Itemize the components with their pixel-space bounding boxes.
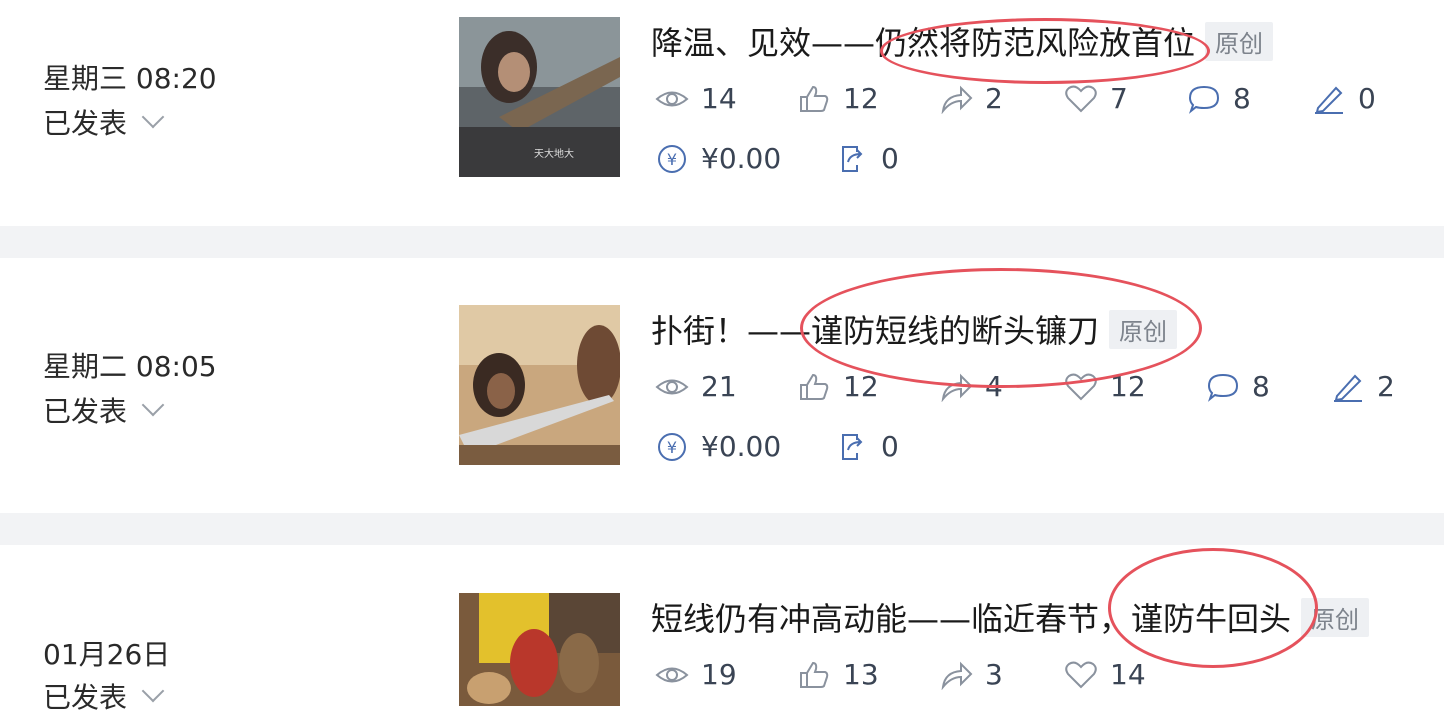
post-thumbnail[interactable]: 天大地大 (459, 17, 620, 177)
post-thumbnail[interactable] (459, 593, 620, 706)
export-icon (835, 432, 869, 462)
post-status-label: 已发表 (43, 681, 128, 714)
favorites-count: 14 (1110, 658, 1146, 691)
likes-count: 12 (843, 370, 879, 403)
shares-stat: 2 (939, 82, 1064, 115)
post-title: 扑街！——谨防短线的断头镰刀 (651, 312, 1100, 350)
shares-count: 3 (985, 658, 1003, 691)
row-separator (0, 226, 1444, 258)
share-icon (939, 84, 973, 114)
reward-amount: ¥0.00 (701, 430, 782, 463)
comment-icon (1206, 372, 1240, 402)
thumbs-up-icon (797, 84, 831, 114)
svg-text:¥: ¥ (667, 150, 677, 169)
post-money-stats: ¥ ¥0.00 0 (655, 142, 899, 175)
post-title-link[interactable]: 降温、见效——仍然将防范风险放首位 原创 (651, 18, 1274, 64)
shares-stat: 3 (939, 658, 1064, 691)
post-date: 星期三 08:20 (43, 62, 217, 95)
post-stats: 19 13 3 14 (655, 658, 1146, 691)
eye-icon (655, 84, 689, 114)
views-stat: 21 (655, 370, 797, 403)
reward-stat: ¥ ¥0.00 (655, 430, 835, 463)
likes-count: 13 (843, 658, 879, 691)
post-money-stats: ¥ ¥0.00 0 (655, 430, 899, 463)
forwards-count: 0 (881, 430, 899, 463)
likes-count: 12 (843, 82, 879, 115)
post-status-dropdown[interactable]: 已发表 (43, 676, 165, 716)
eye-icon (655, 372, 689, 402)
post-status-dropdown[interactable]: 已发表 (43, 390, 165, 430)
views-stat: 14 (655, 82, 797, 115)
heart-icon (1064, 84, 1098, 114)
comments-count: 8 (1233, 82, 1251, 115)
chevron-down-icon (141, 105, 165, 129)
favorites-count: 12 (1110, 370, 1146, 403)
views-count: 21 (701, 370, 737, 403)
export-icon (835, 144, 869, 174)
yuan-icon: ¥ (655, 144, 689, 174)
post-title: 降温、见效——仍然将防范风险放首位 (651, 24, 1196, 62)
pencil-icon (1331, 372, 1365, 402)
comments-stat: 8 (1206, 370, 1331, 403)
row-separator (0, 513, 1444, 545)
shares-count: 4 (985, 370, 1003, 403)
original-badge: 原创 (1109, 309, 1178, 349)
favorites-stat: 7 (1064, 82, 1187, 115)
forwards-stat: 0 (835, 142, 899, 175)
thumbs-up-icon (797, 372, 831, 402)
post-stats: 21 12 4 12 8 2 (655, 370, 1395, 403)
edits-stat: 2 (1331, 370, 1395, 403)
post-status-dropdown[interactable]: 已发表 (43, 102, 165, 142)
likes-stat: 12 (797, 82, 939, 115)
post-title-link[interactable]: 短线仍有冲高动能——临近春节，谨防牛回头 原创 (651, 594, 1370, 640)
chevron-down-icon (141, 393, 165, 417)
shares-count: 2 (985, 82, 1003, 115)
post-status-label: 已发表 (43, 107, 128, 140)
reward-amount: ¥0.00 (701, 142, 782, 175)
forwards-count: 0 (881, 142, 899, 175)
edits-stat: 0 (1312, 82, 1376, 115)
heart-icon (1064, 660, 1098, 690)
edits-count: 2 (1377, 370, 1395, 403)
thumbs-up-icon (797, 660, 831, 690)
post-stats: 14 12 2 7 8 0 (655, 82, 1376, 115)
favorites-stat: 12 (1064, 370, 1206, 403)
post-title: 短线仍有冲高动能——临近春节，谨防牛回头 (651, 600, 1292, 638)
post-date: 星期二 08:05 (43, 350, 217, 383)
post-thumbnail[interactable] (459, 305, 620, 465)
comments-count: 8 (1252, 370, 1270, 403)
post-status-label: 已发表 (43, 395, 128, 428)
comments-stat: 8 (1187, 82, 1312, 115)
reward-stat: ¥ ¥0.00 (655, 142, 835, 175)
likes-stat: 13 (797, 658, 939, 691)
comment-icon (1187, 84, 1221, 114)
svg-text:¥: ¥ (667, 438, 677, 457)
likes-stat: 12 (797, 370, 939, 403)
svg-text:天大地大: 天大地大 (534, 147, 574, 160)
share-icon (939, 372, 973, 402)
edits-count: 0 (1358, 82, 1376, 115)
shares-stat: 4 (939, 370, 1064, 403)
original-badge: 原创 (1205, 21, 1274, 61)
pencil-icon (1312, 84, 1346, 114)
heart-icon (1064, 372, 1098, 402)
views-stat: 19 (655, 658, 797, 691)
post-date: 01月26日 (43, 638, 171, 671)
original-badge: 原创 (1301, 597, 1370, 637)
chevron-down-icon (141, 679, 165, 703)
forwards-stat: 0 (835, 430, 899, 463)
eye-icon (655, 660, 689, 690)
views-count: 19 (701, 658, 737, 691)
post-title-link[interactable]: 扑街！——谨防短线的断头镰刀 原创 (651, 306, 1178, 352)
share-icon (939, 660, 973, 690)
yuan-icon: ¥ (655, 432, 689, 462)
favorites-stat: 14 (1064, 658, 1146, 691)
views-count: 14 (701, 82, 737, 115)
favorites-count: 7 (1110, 82, 1128, 115)
